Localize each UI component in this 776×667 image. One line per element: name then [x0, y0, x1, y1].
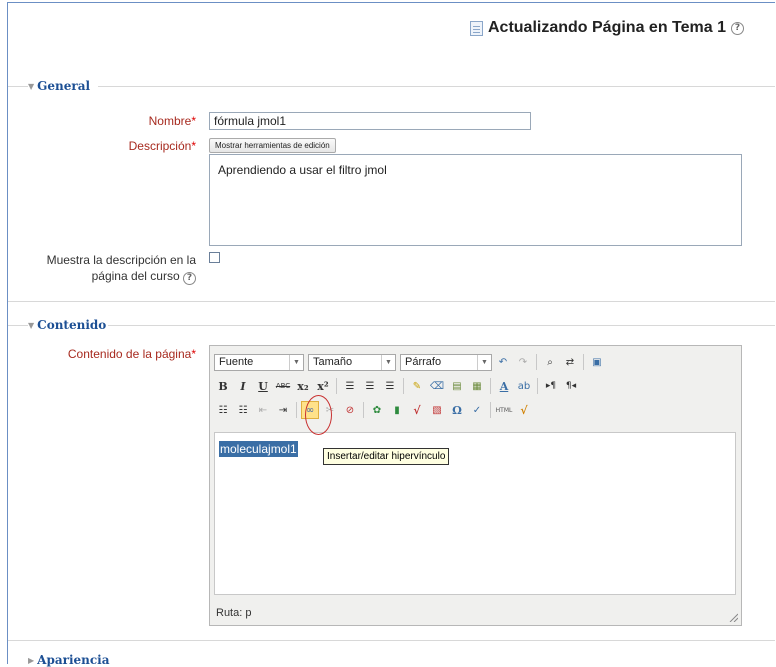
- superscript-icon[interactable]: x²: [314, 377, 332, 395]
- section-divider: [8, 640, 775, 641]
- toolbar-separator: [490, 402, 491, 418]
- numbered-list-icon[interactable]: ☷: [234, 401, 252, 419]
- toolbar-separator: [296, 402, 297, 418]
- outdent-icon[interactable]: ⇤: [254, 401, 272, 419]
- toolbar-separator: [363, 402, 364, 418]
- find-icon[interactable]: ⌕: [541, 353, 559, 371]
- mostrar-descripcion-checkbox[interactable]: [209, 252, 220, 263]
- special-char-icon[interactable]: Ω: [448, 401, 466, 419]
- section-divider: [108, 325, 775, 326]
- align-center-icon[interactable]: ☰: [361, 377, 379, 395]
- toolbar-separator: [490, 378, 491, 394]
- image-icon[interactable]: ✿: [368, 401, 386, 419]
- editor-path: Ruta: p: [216, 607, 252, 619]
- page-header: Actualizando Página en Tema 1 ?: [470, 19, 744, 37]
- html-editor: Fuente ▼ Tamaño ▼ Párrafo ▼ ↶ ↷ ⌕ ⇄ ▣ B I U…: [209, 345, 742, 626]
- tex-icon[interactable]: √: [515, 401, 533, 419]
- html-source-icon[interactable]: HTML: [495, 401, 513, 419]
- toolbar-separator: [537, 378, 538, 394]
- ltr-icon[interactable]: ▸¶: [542, 377, 560, 395]
- subscript-icon[interactable]: x₂: [294, 377, 312, 395]
- rtl-icon[interactable]: ¶◂: [562, 377, 580, 395]
- fullscreen-icon[interactable]: ▣: [588, 353, 606, 371]
- collapse-icon: ▼: [28, 320, 35, 330]
- background-color-icon[interactable]: ab: [515, 377, 533, 395]
- descripcion-textarea[interactable]: Aprendiendo a usar el filtro jmol: [209, 154, 742, 246]
- page-icon: [470, 20, 483, 36]
- paste-text-icon[interactable]: ▤: [448, 377, 466, 395]
- toolbar-row-1: Fuente ▼ Tamaño ▼ Párrafo ▼ ↶ ↷ ⌕ ⇄ ▣: [214, 352, 606, 372]
- strikethrough-icon[interactable]: ABC: [274, 377, 292, 395]
- selected-text[interactable]: moleculajmol1: [219, 441, 298, 457]
- equation-icon[interactable]: √: [408, 401, 426, 419]
- bold-icon[interactable]: B: [214, 377, 232, 395]
- show-editor-tools-button[interactable]: Mostrar herramientas de edición: [209, 138, 336, 153]
- nombre-input[interactable]: fórmula jmol1: [209, 112, 531, 130]
- nolink-icon[interactable]: ⊘: [341, 401, 359, 419]
- toolbar-row-2: B I U ABC x₂ x² ☰ ☰ ☰ ✎ ⌫ ▤ ▦ A ab ▸¶ ¶◂: [214, 376, 580, 396]
- toolbar-separator: [336, 378, 337, 394]
- align-right-icon[interactable]: ☰: [381, 377, 399, 395]
- chevron-down-icon: ▼: [477, 354, 491, 370]
- section-contenido[interactable]: ▼ Contenido: [28, 318, 106, 332]
- section-divider: [8, 86, 28, 87]
- section-divider: [8, 325, 28, 326]
- section-general-title: General: [37, 79, 91, 93]
- size-select[interactable]: Tamaño ▼: [308, 353, 396, 371]
- toolbar-separator: [583, 354, 584, 370]
- paste-word-icon[interactable]: ▦: [468, 377, 486, 395]
- cleanup-icon[interactable]: ✎: [408, 377, 426, 395]
- text-color-icon[interactable]: A: [495, 377, 513, 395]
- math-icon[interactable]: ▧: [428, 401, 446, 419]
- highlight-circle: [305, 395, 332, 435]
- resize-grip-icon[interactable]: [728, 612, 738, 622]
- toolbar-separator: [403, 378, 404, 394]
- replace-icon[interactable]: ⇄: [561, 353, 579, 371]
- redo-icon[interactable]: ↷: [514, 353, 532, 371]
- italic-icon[interactable]: I: [234, 377, 252, 395]
- font-select[interactable]: Fuente ▼: [214, 353, 304, 371]
- media-icon[interactable]: ▮: [388, 401, 406, 419]
- help-icon[interactable]: ?: [730, 21, 744, 35]
- tooltip: Insertar/editar hipervínculo: [323, 448, 450, 465]
- section-apariencia[interactable]: ▶ Apariencia: [28, 653, 110, 667]
- spellcheck-icon[interactable]: ✓: [468, 401, 486, 419]
- toolbar-separator: [536, 354, 537, 370]
- section-general[interactable]: ▼ General: [28, 79, 90, 93]
- help-icon[interactable]: ?: [183, 271, 196, 285]
- contenido-label: Contenido de la página*: [67, 347, 196, 361]
- chevron-down-icon: ▼: [289, 354, 303, 370]
- mostrar-descripcion-label: Muestra la descripción en la página del …: [46, 253, 196, 285]
- bullet-list-icon[interactable]: ☷: [214, 401, 232, 419]
- indent-icon[interactable]: ⇥: [274, 401, 292, 419]
- format-select[interactable]: Párrafo ▼: [400, 353, 492, 371]
- undo-icon[interactable]: ↶: [494, 353, 512, 371]
- page-title: Actualizando Página en Tema 1: [488, 19, 726, 36]
- section-apariencia-title: Apariencia: [37, 653, 110, 667]
- toolbar-row-3: ☷ ☷ ⇤ ⇥ ∞ ✂ ⊘ ✿ ▮ √ ▧ Ω ✓ HTML √: [214, 400, 533, 420]
- editor-content-area[interactable]: moleculajmol1 Insertar/editar hipervíncu…: [214, 432, 736, 595]
- collapse-icon: ▼: [28, 81, 35, 91]
- underline-icon[interactable]: U: [254, 377, 272, 395]
- section-divider: [98, 86, 775, 87]
- section-divider: [8, 301, 775, 302]
- eraser-icon[interactable]: ⌫: [428, 377, 446, 395]
- align-left-icon[interactable]: ☰: [341, 377, 359, 395]
- nombre-label: Nombre*: [148, 114, 196, 128]
- chevron-down-icon: ▼: [381, 354, 395, 370]
- expand-icon: ▶: [28, 655, 35, 665]
- section-contenido-title: Contenido: [37, 318, 107, 332]
- descripcion-label: Descripción*: [128, 139, 196, 153]
